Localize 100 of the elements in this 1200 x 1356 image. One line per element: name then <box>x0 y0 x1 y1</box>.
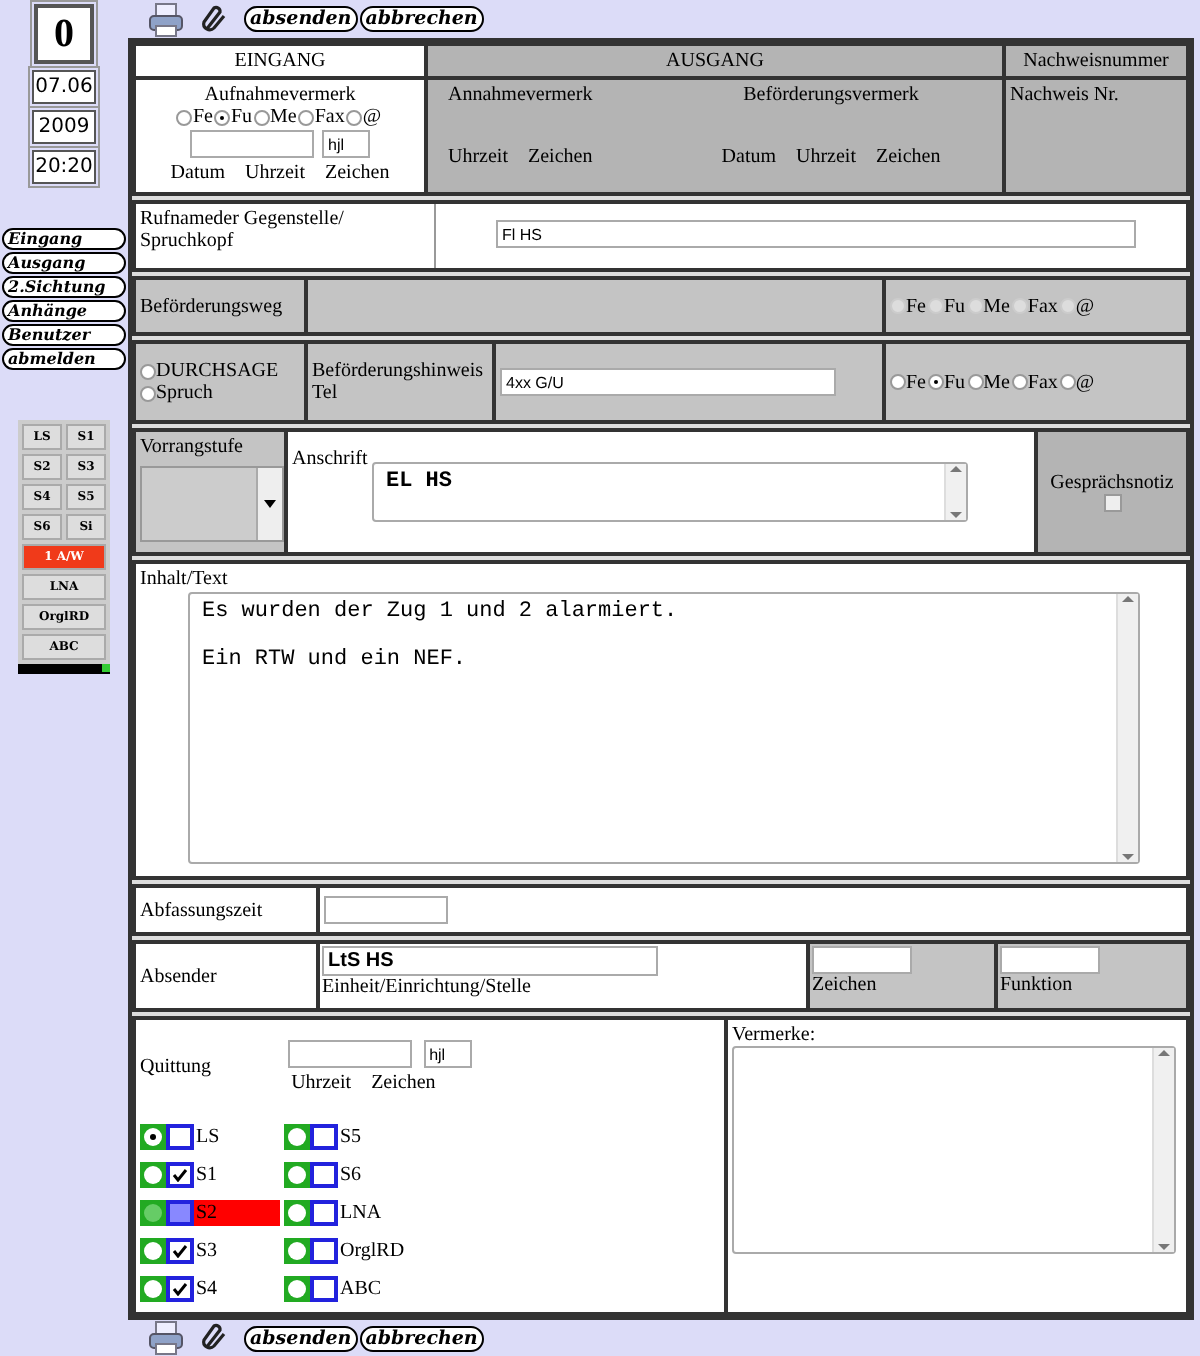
radio-button[interactable] <box>144 1128 162 1146</box>
dropdown-arrow-icon[interactable] <box>264 500 276 508</box>
recipient-row[interactable]: S1 <box>140 1162 280 1188</box>
nav-button[interactable]: Benutzer <box>2 324 126 346</box>
radio-button[interactable] <box>890 374 906 390</box>
nav-button[interactable]: Eingang <box>2 228 126 250</box>
call-sign-field[interactable]: Fl HS <box>496 220 1136 248</box>
status-bar <box>18 664 110 674</box>
label: Anschrift <box>292 448 368 470</box>
label: Beförderungsweg <box>140 295 283 317</box>
action-button[interactable]: absenden <box>244 6 358 32</box>
scroll-down-icon[interactable] <box>950 508 962 520</box>
radio-button[interactable] <box>144 1280 162 1298</box>
checkbox[interactable] <box>314 1166 334 1184</box>
checkbox[interactable] <box>170 1280 190 1298</box>
label: Nachweis Nr. <box>1010 84 1119 106</box>
radio-button[interactable] <box>928 374 944 390</box>
label: Rufnameder Gegenstelle/ Spruchkopf <box>140 208 344 252</box>
radio-label: Fax <box>314 106 345 128</box>
recipient-row[interactable]: S6 <box>284 1162 424 1188</box>
radio-label: Fe <box>906 295 926 317</box>
checkbox[interactable] <box>170 1166 190 1184</box>
paperclip-icon[interactable] <box>200 3 228 35</box>
radio-button[interactable] <box>144 1242 162 1260</box>
time-field[interactable] <box>324 896 448 924</box>
radio-button[interactable] <box>254 109 270 125</box>
radio-button[interactable] <box>1059 374 1076 390</box>
recipient-label: S1 <box>196 1164 218 1186</box>
label: Inhalt/Text <box>140 568 230 590</box>
recipient-row[interactable]: S5 <box>284 1124 424 1150</box>
date-time-field[interactable] <box>190 130 314 158</box>
recipient-row[interactable]: S4 <box>140 1276 280 1302</box>
radio-button[interactable] <box>298 109 315 125</box>
time-field[interactable] <box>287 1040 412 1068</box>
field-caption: Datum <box>721 146 776 168</box>
scrollbar[interactable] <box>944 464 966 520</box>
paperclip-icon[interactable] <box>200 1322 228 1354</box>
scroll-up-icon[interactable] <box>950 464 962 476</box>
action-button[interactable]: abbrechen <box>359 6 484 32</box>
section-title: EINGANG <box>234 50 326 72</box>
phone-field[interactable]: 4xx G/U <box>500 368 836 396</box>
radio-button[interactable] <box>346 109 363 125</box>
printer-icon[interactable] <box>148 1 184 37</box>
radio-button[interactable] <box>288 1128 306 1146</box>
label: Vorrangstufe <box>140 436 243 458</box>
radio-button[interactable] <box>140 385 156 401</box>
printer-icon[interactable] <box>148 1320 184 1356</box>
nav-button[interactable]: Ausgang <box>2 252 126 274</box>
radio-button[interactable] <box>288 1280 306 1298</box>
radio-button[interactable] <box>144 1166 162 1184</box>
date: 07.06 <box>32 70 96 104</box>
sender-field[interactable]: LtS HS <box>322 946 658 976</box>
nav-button[interactable]: abmelden <box>2 348 126 370</box>
field-caption: Zeichen <box>371 1072 436 1094</box>
recipient-row[interactable]: LS <box>140 1124 280 1150</box>
radio-button[interactable] <box>288 1204 306 1222</box>
radio-button[interactable] <box>1011 374 1028 390</box>
nav-button[interactable]: Anhänge <box>2 300 126 322</box>
radio-button[interactable] <box>140 363 156 379</box>
checkbox[interactable] <box>1103 494 1121 512</box>
radio-button[interactable] <box>967 374 984 390</box>
scroll-up-icon[interactable] <box>1122 594 1134 606</box>
checkbox[interactable] <box>314 1280 334 1298</box>
sign-field[interactable]: hjl <box>322 130 370 158</box>
section-title: Annahmevermerk <box>448 84 595 106</box>
recipient-row[interactable]: LNA <box>284 1200 424 1226</box>
checkbox[interactable] <box>170 1128 190 1146</box>
action-button[interactable]: absenden <box>244 1325 358 1351</box>
recipient-row[interactable]: ABC <box>284 1276 424 1302</box>
recipient-label: OrglRD <box>340 1240 405 1262</box>
recipient-label: S6 <box>340 1164 362 1186</box>
section-title: Aufnahmevermerk <box>204 84 356 106</box>
recipient-row[interactable]: OrglRD <box>284 1238 424 1264</box>
scrollbar[interactable] <box>1116 594 1138 862</box>
checkbox[interactable] <box>314 1128 334 1146</box>
radio-button[interactable] <box>288 1242 306 1260</box>
scroll-down-icon[interactable] <box>1122 850 1134 862</box>
recipient-row[interactable]: S2 <box>140 1200 280 1226</box>
function-field[interactable] <box>1000 946 1100 974</box>
radio-label: Me <box>983 371 1010 393</box>
radio-button[interactable] <box>144 1204 162 1222</box>
radio-button[interactable] <box>214 109 231 125</box>
checkbox[interactable] <box>314 1242 334 1260</box>
recipient-row[interactable]: S3 <box>140 1238 280 1264</box>
field-caption: Funktion <box>1000 974 1073 996</box>
radio-label: Spruch <box>156 382 213 404</box>
radio-button[interactable] <box>176 109 193 125</box>
sign-field[interactable] <box>812 946 912 974</box>
action-button[interactable]: abbrechen <box>359 1325 484 1351</box>
sign-field[interactable]: hjl <box>423 1040 472 1068</box>
checkbox[interactable] <box>170 1242 190 1260</box>
radio-label: Fu <box>944 295 966 317</box>
recipient-label: S4 <box>196 1278 218 1300</box>
section-title: Nachweisnummer <box>1023 50 1169 72</box>
field-caption: Uhrzeit <box>796 146 856 168</box>
radio-button[interactable] <box>288 1166 306 1184</box>
nav-button[interactable]: 2.Sichtung <box>2 276 126 298</box>
checkbox[interactable] <box>170 1204 190 1222</box>
radio-label: DURCHSAGE <box>156 360 279 382</box>
checkbox[interactable] <box>314 1204 334 1222</box>
